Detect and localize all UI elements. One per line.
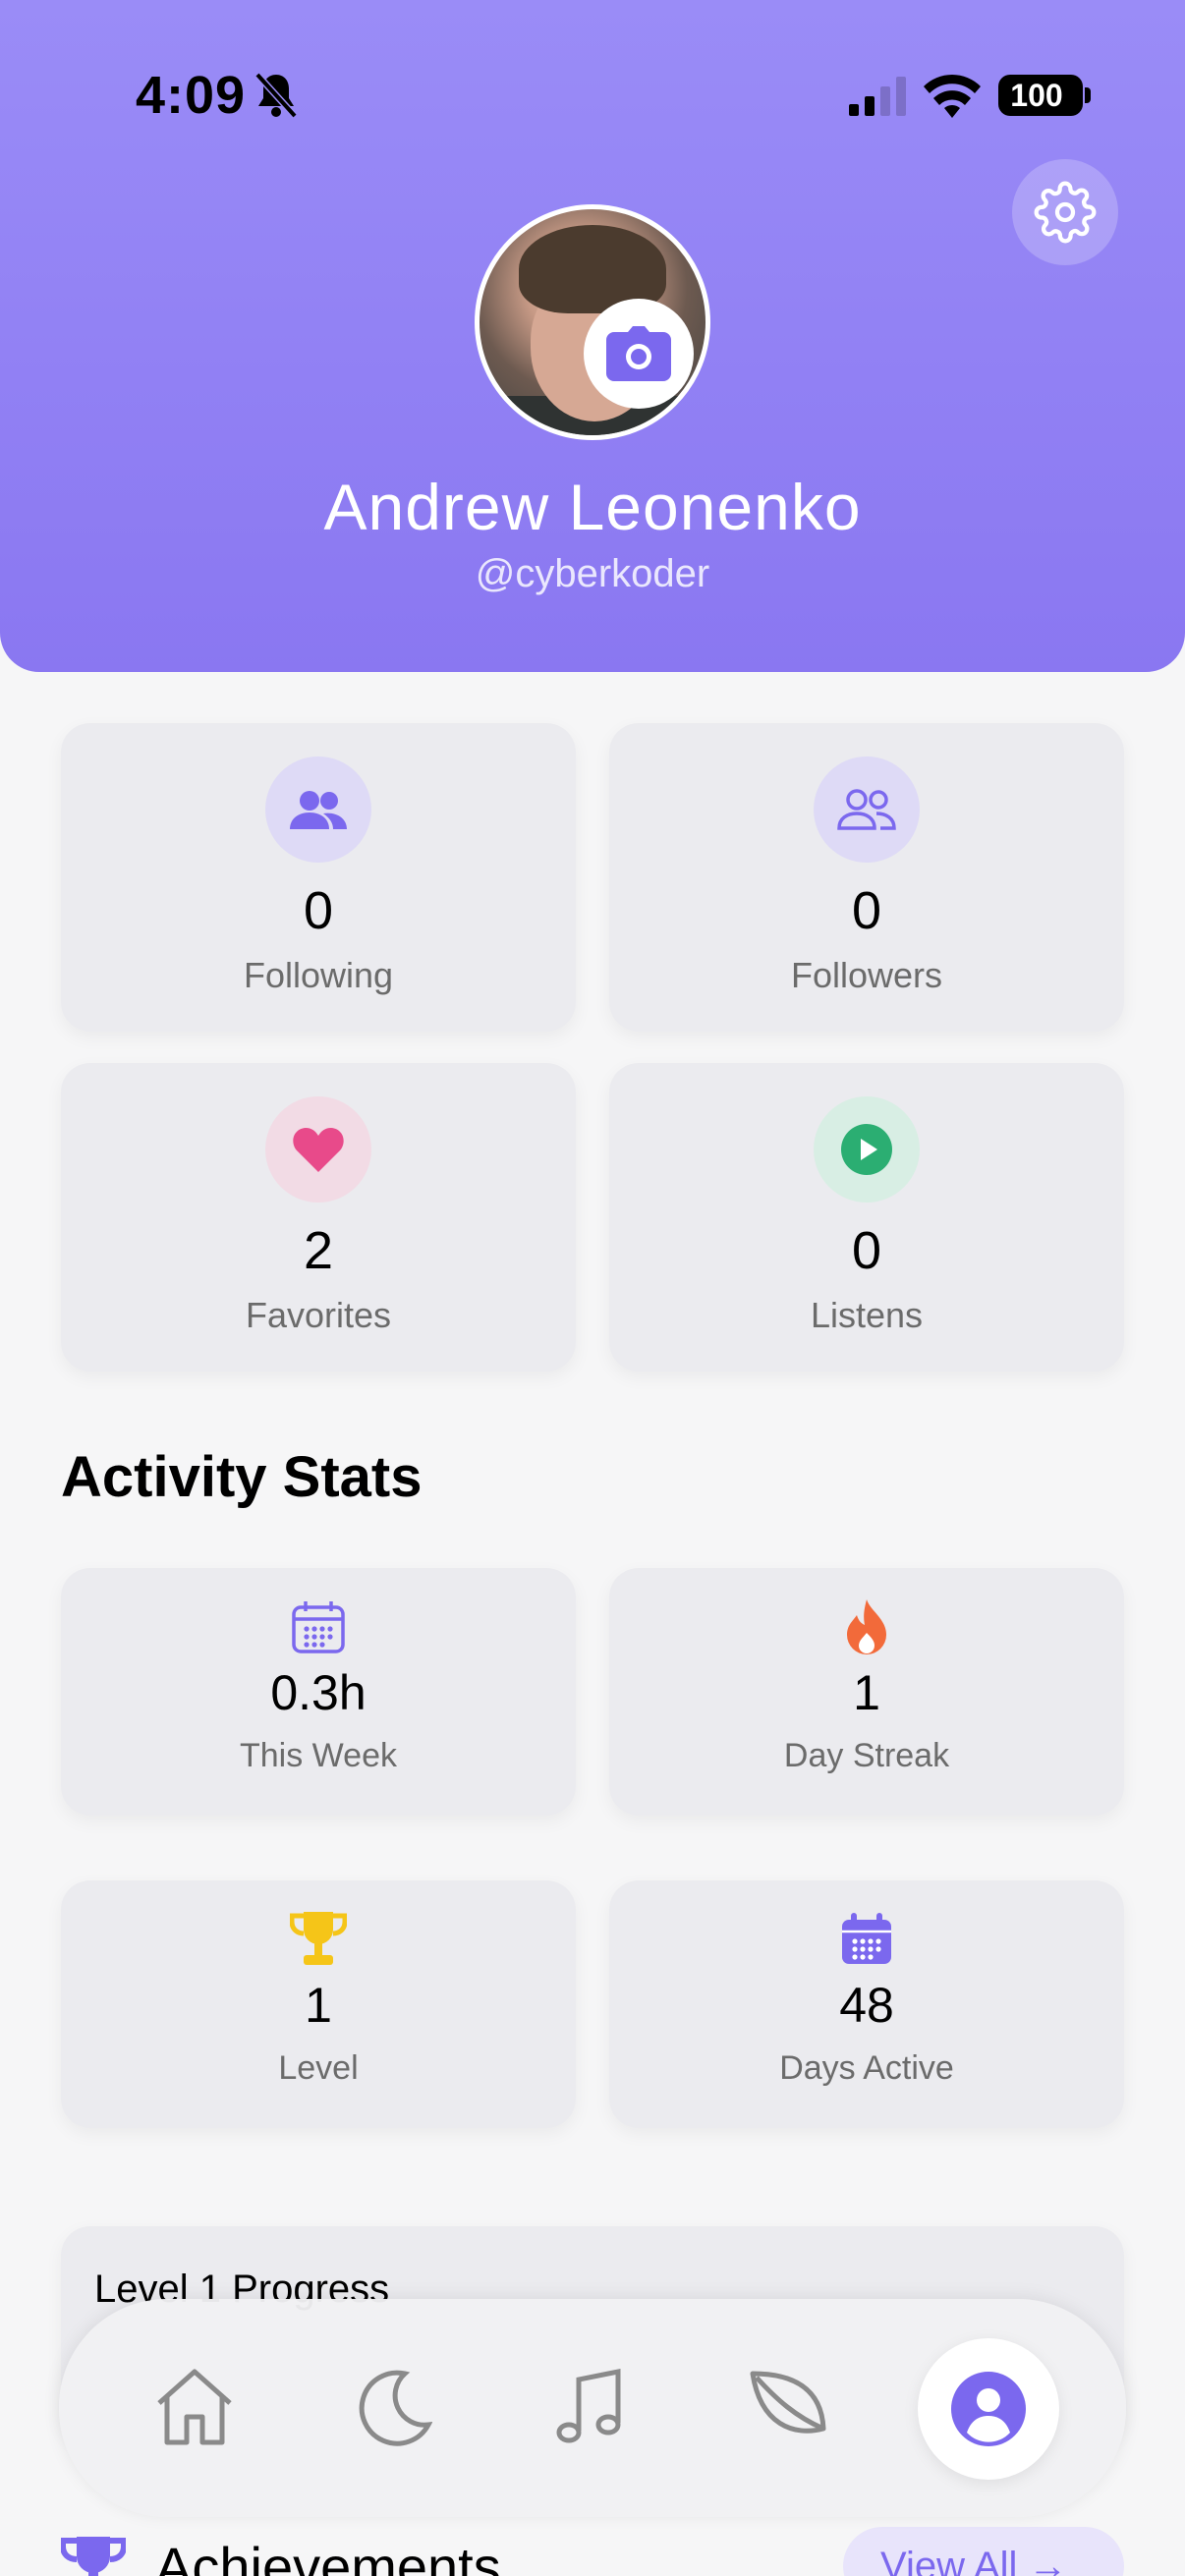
gear-icon [1034, 181, 1097, 244]
settings-button[interactable] [1012, 159, 1118, 265]
stat-icon-badge [265, 1096, 371, 1203]
heart-icon [293, 1128, 344, 1172]
stat-icon-badge [814, 1096, 920, 1203]
nav-music[interactable] [540, 2358, 639, 2456]
profile-header: 4:09 100 Andrew Leonenko @cyberkoder [0, 0, 1185, 672]
profile-name: Andrew Leonenko [323, 471, 862, 543]
this-week-label: This Week [240, 1737, 397, 1774]
stat-icon-badge [814, 756, 920, 863]
followers-label: Followers [790, 955, 943, 995]
stat-icon-badge [265, 756, 371, 863]
bell-muted-icon [254, 72, 298, 119]
trophy-icon [290, 1912, 347, 1965]
level-label: Level [278, 2049, 359, 2087]
users-icon [290, 791, 347, 829]
achievements-title: Achievements [155, 2536, 501, 2576]
following-count: 0 [303, 881, 334, 940]
change-photo-button[interactable] [584, 299, 694, 409]
moon-icon [359, 2370, 432, 2446]
listens-card[interactable]: 0 Listens [609, 1063, 1124, 1372]
day-streak-label: Day Streak [783, 1737, 950, 1774]
days-active-value: 48 [839, 1978, 894, 2033]
favorites-card[interactable]: 2 Favorites [61, 1063, 576, 1372]
favorites-label: Favorites [245, 1295, 392, 1335]
level-value: 1 [305, 1978, 332, 2033]
listens-count: 0 [851, 1221, 882, 1280]
camera-icon [606, 326, 671, 381]
view-all-button[interactable]: View All → [843, 2527, 1124, 2576]
followers-card[interactable]: 0 Followers [609, 723, 1124, 1032]
profile-icon [951, 2372, 1026, 2446]
nav-home[interactable] [145, 2358, 244, 2456]
home-icon [157, 2369, 232, 2445]
followers-count: 0 [851, 881, 882, 940]
cellular-signal-icon [849, 77, 906, 116]
play-icon [841, 1124, 892, 1175]
level-card: 1 Level [61, 1880, 576, 2128]
following-label: Following [243, 955, 394, 995]
flame-icon [847, 1599, 886, 1654]
days-active-label: Days Active [779, 2049, 954, 2087]
calendar-outline-icon [292, 1601, 345, 1653]
calendar-filled-icon [842, 1913, 891, 1964]
day-streak-value: 1 [853, 1665, 880, 1720]
day-streak-card: 1 Day Streak [609, 1568, 1124, 1816]
listens-label: Listens [810, 1295, 924, 1335]
nav-nature[interactable] [739, 2358, 837, 2456]
music-note-icon [556, 2368, 621, 2443]
this-week-card: 0.3h This Week [61, 1568, 576, 1816]
achievements-trophy-icon [61, 2537, 126, 2576]
nav-sleep[interactable] [344, 2358, 442, 2456]
users-outline-icon [837, 789, 896, 830]
battery-level: 100 [1010, 78, 1063, 113]
wifi-icon [924, 74, 981, 118]
leaf-icon [750, 2371, 826, 2434]
this-week-value: 0.3h [270, 1665, 367, 1720]
profile-handle: @cyberkoder [475, 552, 710, 595]
nav-profile[interactable] [918, 2338, 1059, 2480]
favorites-count: 2 [303, 1221, 334, 1280]
days-active-card: 48 Days Active [609, 1880, 1124, 2128]
following-card[interactable]: 0 Following [61, 723, 576, 1032]
battery-indicator: 100 [998, 75, 1091, 116]
activity-stats-title: Activity Stats [61, 1445, 423, 1509]
bottom-navigation [59, 2299, 1126, 2517]
status-time: 4:09 [136, 66, 247, 125]
